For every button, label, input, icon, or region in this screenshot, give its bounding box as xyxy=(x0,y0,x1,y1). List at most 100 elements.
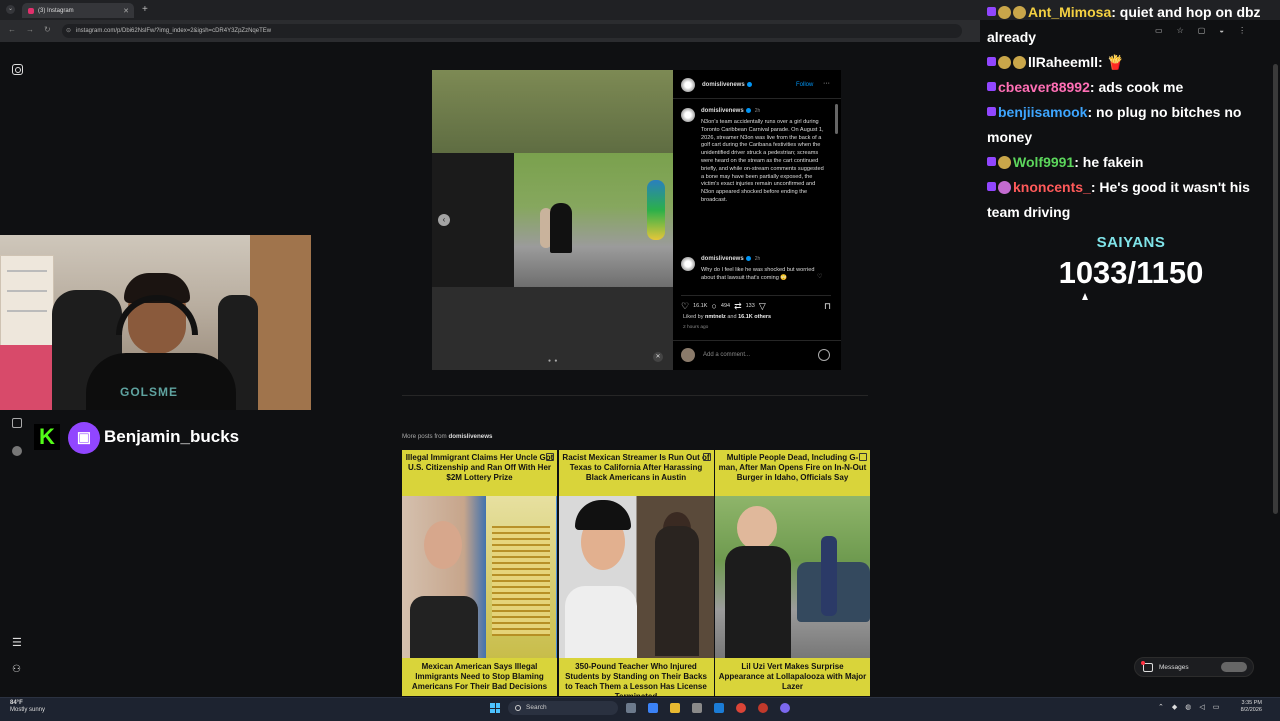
post-media[interactable]: ‹ ● ● ✕ xyxy=(432,70,673,370)
messages-button[interactable]: Messages xyxy=(1134,657,1254,677)
chrome-icon[interactable] xyxy=(736,703,746,713)
post-sidebar: domislivenews Follow ··· domislivenews 2h… xyxy=(673,70,841,370)
tray-chevron-icon[interactable]: ⌃ xyxy=(1158,703,1164,711)
share-count: 133 xyxy=(745,303,755,309)
new-tab-button[interactable]: + xyxy=(142,4,148,15)
post-card-image xyxy=(402,496,557,658)
discord-icon[interactable] xyxy=(780,703,790,713)
settings-icon[interactable] xyxy=(692,703,702,713)
post-modal: ‹ ● ● ✕ domislivenews Follow ··· domisli… xyxy=(432,70,841,370)
url-field[interactable]: ⊝ instagram.com/p/Dbi62NslFw/?img_index=… xyxy=(62,24,962,38)
comment-avatar[interactable] xyxy=(681,257,695,271)
save-icon[interactable]: ⊓ xyxy=(824,301,831,312)
site-info-icon[interactable]: ⊝ xyxy=(66,24,71,38)
repost-icon[interactable]: ⇄ xyxy=(734,301,742,312)
file-explorer-icon[interactable] xyxy=(670,703,680,713)
cam-shirt-text: GOLSME xyxy=(120,385,179,399)
comment-icon[interactable]: ○ xyxy=(711,301,716,311)
chat-text: 🍟 xyxy=(1106,54,1125,70)
caption-author[interactable]: domislivenews 2h xyxy=(701,108,760,114)
post-card[interactable]: Illegal Immigrant Claims Her Uncle Got U… xyxy=(402,450,557,658)
liked-by-others[interactable]: 16.1K others xyxy=(738,314,771,320)
post-card-image xyxy=(715,496,870,658)
back-icon[interactable]: ← xyxy=(8,25,16,34)
post-card[interactable]: 350-Pound Teacher Who Injured Students b… xyxy=(558,658,714,696)
caption-scrollbar[interactable] xyxy=(835,104,838,134)
carousel-icon xyxy=(859,453,867,461)
tray-app-icon[interactable]: ◆ xyxy=(1172,703,1177,711)
mute-icon[interactable]: ✕ xyxy=(653,352,663,362)
clock-time: 3:35 PM xyxy=(1241,700,1262,706)
edge-icon[interactable] xyxy=(648,703,658,713)
start-icon[interactable] xyxy=(490,703,500,713)
sidebar-profile-avatar[interactable] xyxy=(12,446,22,456)
post-card-title: Mexican American Says Illegal Immigrants… xyxy=(411,662,548,691)
like-comment-icon[interactable]: ♡ xyxy=(817,273,822,280)
more-posts-label: More posts from domislivenews xyxy=(402,433,493,440)
instagram-logo-icon[interactable] xyxy=(12,64,23,75)
share-icon[interactable]: ▽ xyxy=(759,301,766,312)
post-card[interactable]: Mexican American Says Illegal Immigrants… xyxy=(402,658,557,696)
tab-title: (3) Instagram xyxy=(38,7,74,14)
chat-message: benjiisamook: no plug no bitches no mone… xyxy=(987,104,1242,145)
previous-image-icon[interactable]: ‹ xyxy=(438,214,450,226)
forward-icon[interactable]: → xyxy=(26,25,34,34)
steam-icon[interactable] xyxy=(714,703,724,713)
task-view-icon[interactable] xyxy=(626,703,636,713)
network-icon[interactable]: ◍ xyxy=(1185,703,1191,711)
sub-goal-title: SAIYANS xyxy=(1096,234,1166,251)
sub-goal-progress: 1033/1150 xyxy=(1058,255,1204,290)
volume-icon[interactable]: ◁ xyxy=(1199,703,1204,711)
apps-icon[interactable]: ⚇ xyxy=(12,664,21,675)
caption-avatar[interactable] xyxy=(681,108,695,122)
post-header: domislivenews Follow ··· xyxy=(673,70,841,99)
post-time: 2 hours ago xyxy=(683,325,709,330)
post-card-title: Illegal Immigrant Claims Her Uncle Got U… xyxy=(405,453,554,482)
post-card[interactable]: Multiple People Dead, Including G-man, A… xyxy=(715,450,870,658)
messages-label: Messages xyxy=(1159,663,1189,671)
follow-button[interactable]: Follow xyxy=(796,82,813,88)
post-author[interactable]: domislivenews xyxy=(702,82,752,88)
more-options-icon[interactable]: ··· xyxy=(823,80,830,87)
weather-temp: 84°F xyxy=(10,700,23,706)
browser-tab[interactable]: (3) Instagram ✕ xyxy=(22,3,134,18)
user-avatar xyxy=(681,348,695,362)
emoji-icon[interactable] xyxy=(818,349,830,361)
post-card[interactable]: Racist Mexican Streamer Is Run Out of Te… xyxy=(558,450,714,658)
page-scrollbar[interactable] xyxy=(1273,64,1278,514)
comment-author[interactable]: domislivenews 2h xyxy=(701,256,760,262)
carousel-icon xyxy=(702,453,711,461)
post-card[interactable]: Lil Uzi Vert Makes Surprise Appearance a… xyxy=(715,658,870,696)
weather-widget[interactable]: 84°F Mostly sunny xyxy=(10,700,45,714)
close-tab-icon[interactable]: ✕ xyxy=(123,7,129,15)
add-comment-bar: Add a comment... xyxy=(673,340,841,371)
reload-icon[interactable]: ↻ xyxy=(44,25,51,34)
sidebar-activity-icon[interactable] xyxy=(12,418,22,428)
emote-icon xyxy=(998,56,1011,69)
liked-by-user[interactable]: nmtnelz xyxy=(705,314,726,320)
like-icon[interactable]: ♡ xyxy=(681,301,689,312)
more-posts-grid: Illegal Immigrant Claims Her Uncle Got U… xyxy=(402,450,870,696)
emote-icon xyxy=(998,156,1011,169)
chat-user: knoncents_ xyxy=(1013,179,1091,195)
more-posts-account[interactable]: domislivenews xyxy=(448,433,492,440)
tab-list-button[interactable]: ⌄ xyxy=(6,5,15,14)
stream-chat: Ant_Mimosa: quiet and hop on dbz already… xyxy=(987,0,1277,225)
add-comment-input[interactable]: Add a comment... xyxy=(703,352,750,358)
sub-badge-icon xyxy=(987,82,996,91)
chat-text: ads cook me xyxy=(1098,79,1184,95)
clock-date: 8/2/2026 xyxy=(1240,707,1262,713)
messages-avatars xyxy=(1221,662,1247,672)
battery-icon[interactable]: ▭ xyxy=(1213,703,1220,711)
taskbar-clock[interactable]: 3:35 PM 8/2/2026 xyxy=(1232,700,1262,714)
obs-icon[interactable] xyxy=(758,703,768,713)
comment-count: 494 xyxy=(720,303,731,309)
avatar[interactable] xyxy=(681,78,695,92)
emote-icon xyxy=(998,6,1011,19)
chat-message: llRaheemll: 🍟 xyxy=(987,50,1277,75)
menu-icon[interactable]: ☰ xyxy=(12,636,22,649)
verified-icon xyxy=(745,108,751,113)
chat-user: Wolf9991 xyxy=(1013,154,1075,170)
taskbar-search[interactable]: Search xyxy=(508,701,618,715)
chat-text: he fakein xyxy=(1082,154,1144,170)
